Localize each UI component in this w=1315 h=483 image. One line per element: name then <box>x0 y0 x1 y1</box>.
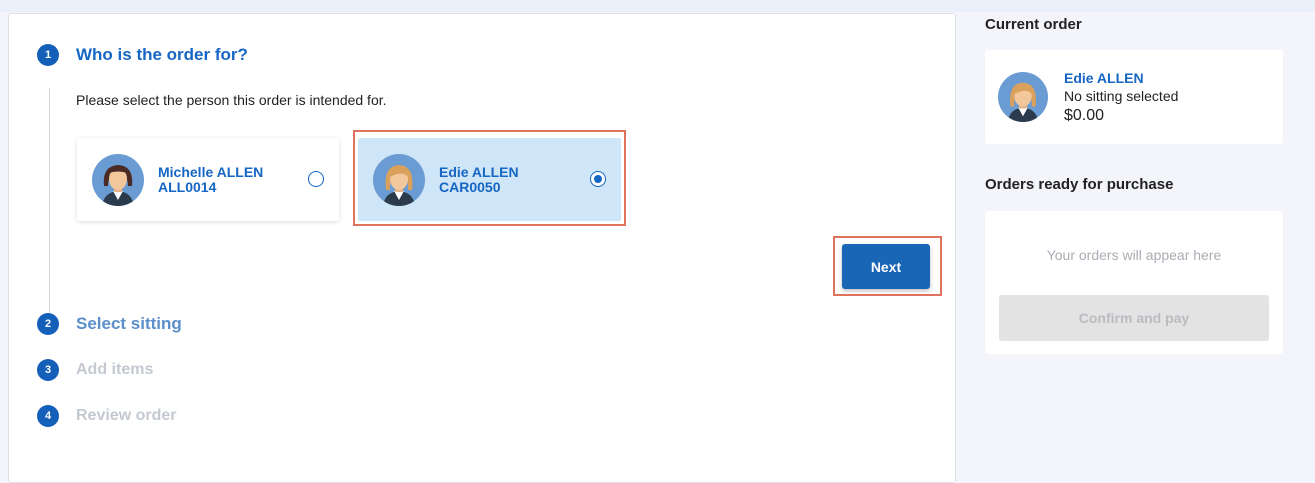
confirm-and-pay-button[interactable]: Confirm and pay <box>999 295 1269 341</box>
current-order-title: Current order <box>985 16 1082 33</box>
orders-ready-title: Orders ready for purchase <box>985 176 1174 193</box>
avatar-girl-blonde-hair <box>998 72 1048 122</box>
top-strip <box>0 0 1315 12</box>
avatar-girl-dark-hair <box>92 153 144 206</box>
orders-empty-text: Your orders will appear here <box>1046 247 1222 263</box>
person-radio-michelle[interactable] <box>308 171 324 187</box>
instruction-text: Please select the person this order is i… <box>76 92 387 108</box>
step-1-title: Who is the order for? <box>76 45 248 64</box>
highlight-selected-person <box>353 130 626 226</box>
person-card-michelle[interactable]: Michelle ALLEN ALL0014 <box>77 138 339 221</box>
person-info: Michelle ALLEN ALL0014 <box>158 163 264 195</box>
step-3: 3 Add items <box>37 359 153 381</box>
current-order-price: $0.00 <box>1064 106 1105 124</box>
person-name: Michelle ALLEN <box>158 163 264 180</box>
step-3-number: 3 <box>37 359 59 381</box>
current-order-sitting: No sitting selected <box>1064 87 1179 104</box>
person-code: ALL0014 <box>158 178 217 195</box>
step-4-number: 4 <box>37 405 59 427</box>
current-order-name: Edie ALLEN <box>1064 69 1144 86</box>
orders-ready-card: Your orders will appear here Confirm and… <box>985 211 1283 354</box>
step-2-title: Select sitting <box>76 314 182 333</box>
step-1-number: 1 <box>37 44 59 66</box>
highlight-next-button <box>833 236 942 296</box>
current-order-info: Edie ALLEN No sitting selected $0.00 <box>1064 70 1178 125</box>
step-3-title: Add items <box>76 361 154 378</box>
order-wizard-panel: 1 Who is the order for? Please select th… <box>8 13 956 483</box>
current-order-card: Edie ALLEN No sitting selected $0.00 <box>985 50 1283 144</box>
step-connector-line <box>49 88 50 316</box>
step-2[interactable]: 2 Select sitting <box>37 313 182 335</box>
step-1: 1 Who is the order for? <box>37 44 248 66</box>
step-2-number: 2 <box>37 313 59 335</box>
step-4: 4 Review order <box>37 405 176 427</box>
step-4-title: Review order <box>76 407 177 424</box>
